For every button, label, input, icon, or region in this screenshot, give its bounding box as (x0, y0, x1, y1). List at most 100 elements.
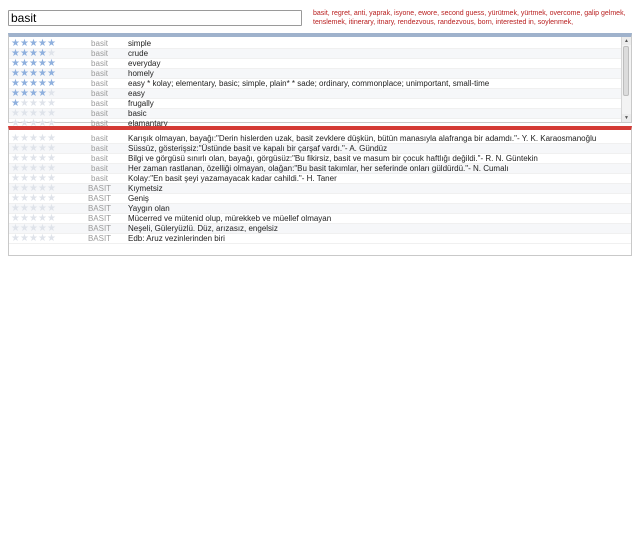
star-icon[interactable]: ★ (38, 79, 47, 89)
result-row[interactable]: ★ ★ ★ ★ ★ basit easy * kolay; elementary, basi… (9, 79, 621, 89)
star-icon[interactable]: ★ (47, 154, 56, 164)
star-icon[interactable]: ★ (38, 234, 47, 244)
result-row[interactable]: ★ ★ ★ ★ ★ BASIT Edb: Aruz vezinlerinden biri (9, 234, 631, 244)
star-icon[interactable]: ★ (29, 234, 38, 244)
star-icon[interactable]: ★ (20, 49, 29, 59)
result-row[interactable]: ★ ★ ★ ★ ★ basit Bilgi ve görgüsü sınırlı olan,… (9, 154, 631, 164)
result-row[interactable]: ★ ★ ★ ★ ★ BASIT Geniş (9, 194, 631, 204)
result-row[interactable]: ★ ★ ★ ★ ★ basit basic (9, 109, 621, 119)
rating-stars[interactable]: ★ ★ ★ ★ ★ (9, 164, 73, 174)
star-icon[interactable]: ★ (47, 184, 56, 194)
star-icon[interactable]: ★ (38, 89, 47, 99)
star-icon[interactable]: ★ (11, 59, 20, 69)
star-icon[interactable]: ★ (11, 109, 20, 119)
star-icon[interactable]: ★ (11, 99, 20, 109)
rating-stars[interactable]: ★ ★ ★ ★ ★ (9, 184, 73, 194)
star-icon[interactable]: ★ (29, 194, 38, 204)
star-icon[interactable]: ★ (11, 204, 20, 214)
star-icon[interactable]: ★ (11, 69, 20, 79)
star-icon[interactable]: ★ (47, 224, 56, 234)
history-link[interactable]: itinerary (349, 19, 373, 26)
star-icon[interactable]: ★ (38, 224, 47, 234)
star-icon[interactable]: ★ (38, 39, 47, 49)
star-icon[interactable]: ★ (11, 174, 20, 184)
history-link[interactable]: ewore (418, 10, 437, 17)
star-icon[interactable]: ★ (38, 174, 47, 184)
star-icon[interactable]: ★ (20, 194, 29, 204)
star-icon[interactable]: ★ (47, 194, 56, 204)
star-icon[interactable]: ★ (20, 99, 29, 109)
star-icon[interactable]: ★ (29, 214, 38, 224)
rating-stars[interactable]: ★ ★ ★ ★ ★ (9, 99, 73, 109)
scroll-up-arrow-icon[interactable]: ▲ (622, 37, 631, 45)
star-icon[interactable]: ★ (11, 234, 20, 244)
history-link[interactable]: born (478, 19, 492, 26)
result-row[interactable]: ★ ★ ★ ★ ★ BASIT Yaygın olan (9, 204, 631, 214)
star-icon[interactable]: ★ (11, 39, 20, 49)
history-link[interactable]: overcome (550, 10, 581, 17)
star-icon[interactable]: ★ (38, 204, 47, 214)
result-row[interactable]: ★ ★ ★ ★ ★ basit Karışık olmayan, bayağı:"Derin… (9, 134, 631, 144)
result-row[interactable]: ★ ★ ★ ★ ★ basit frugally (9, 99, 621, 109)
history-link[interactable]: itnary (377, 19, 394, 26)
star-icon[interactable]: ★ (20, 89, 29, 99)
star-icon[interactable]: ★ (11, 214, 20, 224)
result-row[interactable]: ★ ★ ★ ★ ★ basit Kolay:"En basit şeyi yazamayac… (9, 174, 631, 184)
search-input[interactable] (8, 10, 302, 26)
rating-stars[interactable]: ★ ★ ★ ★ ★ (9, 234, 73, 244)
result-row[interactable]: ★ ★ ★ ★ ★ basit crude (9, 49, 621, 59)
history-link[interactable]: galip gelmek (584, 10, 623, 17)
rating-stars[interactable]: ★ ★ ★ ★ ★ (9, 174, 73, 184)
star-icon[interactable]: ★ (20, 69, 29, 79)
result-row[interactable]: ★ ★ ★ ★ ★ BASIT Neşeli, Güleryüzlü. Düz, arıza… (9, 224, 631, 234)
star-icon[interactable]: ★ (20, 79, 29, 89)
rating-stars[interactable]: ★ ★ ★ ★ ★ (9, 134, 73, 144)
star-icon[interactable]: ★ (47, 174, 56, 184)
scroll-thumb[interactable] (623, 46, 629, 96)
result-row[interactable]: ★ ★ ★ ★ ★ BASIT Mücerred ve mütenid olup, müre… (9, 214, 631, 224)
star-icon[interactable]: ★ (47, 204, 56, 214)
star-icon[interactable]: ★ (38, 214, 47, 224)
rating-stars[interactable]: ★ ★ ★ ★ ★ (9, 89, 73, 99)
star-icon[interactable]: ★ (29, 39, 38, 49)
star-icon[interactable]: ★ (47, 89, 56, 99)
star-icon[interactable]: ★ (47, 99, 56, 109)
star-icon[interactable]: ★ (47, 164, 56, 174)
star-icon[interactable]: ★ (29, 134, 38, 144)
rating-stars[interactable]: ★ ★ ★ ★ ★ (9, 39, 73, 49)
star-icon[interactable]: ★ (38, 154, 47, 164)
history-link[interactable]: yaprak (369, 10, 390, 17)
rating-stars[interactable]: ★ ★ ★ ★ ★ (9, 224, 73, 234)
history-link[interactable]: randezvous (438, 19, 474, 26)
rating-stars[interactable]: ★ ★ ★ ★ ★ (9, 49, 73, 59)
star-icon[interactable]: ★ (47, 59, 56, 69)
history-link[interactable]: rendezvous (398, 19, 434, 26)
star-icon[interactable]: ★ (11, 49, 20, 59)
result-row[interactable]: ★ ★ ★ ★ ★ basit Süssüz, gösterişsiz:"Üstünde b… (9, 144, 631, 154)
history-link[interactable]: anti (354, 10, 365, 17)
star-icon[interactable]: ★ (38, 184, 47, 194)
rating-stars[interactable]: ★ ★ ★ ★ ★ (9, 59, 73, 69)
star-icon[interactable]: ★ (38, 144, 47, 154)
star-icon[interactable]: ★ (11, 184, 20, 194)
star-icon[interactable]: ★ (20, 154, 29, 164)
star-icon[interactable]: ★ (29, 79, 38, 89)
star-icon[interactable]: ★ (29, 164, 38, 174)
star-icon[interactable]: ★ (47, 79, 56, 89)
star-icon[interactable]: ★ (20, 59, 29, 69)
star-icon[interactable]: ★ (38, 69, 47, 79)
star-icon[interactable]: ★ (29, 69, 38, 79)
star-icon[interactable]: ★ (20, 174, 29, 184)
star-icon[interactable]: ★ (20, 164, 29, 174)
star-icon[interactable]: ★ (11, 194, 20, 204)
star-icon[interactable]: ★ (20, 214, 29, 224)
star-icon[interactable]: ★ (20, 204, 29, 214)
history-link[interactable]: interested in (496, 19, 534, 26)
star-icon[interactable]: ★ (11, 164, 20, 174)
star-icon[interactable]: ★ (47, 109, 56, 119)
star-icon[interactable]: ★ (38, 109, 47, 119)
result-row[interactable]: ★ ★ ★ ★ ★ basit Her zaman rastlanan, özelliği … (9, 164, 631, 174)
history-link[interactable]: soylenmek (538, 19, 571, 26)
star-icon[interactable]: ★ (11, 144, 20, 154)
star-icon[interactable]: ★ (29, 204, 38, 214)
